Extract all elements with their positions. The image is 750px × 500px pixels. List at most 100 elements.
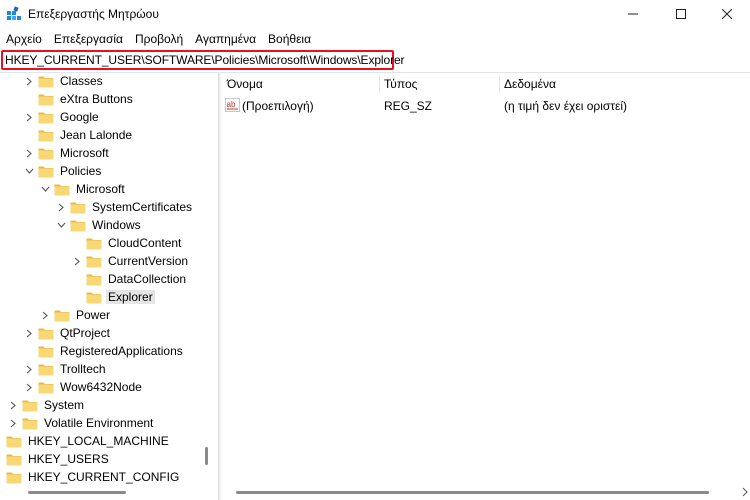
tree-item[interactable]: Microsoft [24, 144, 111, 162]
tree-item[interactable]: Power [40, 306, 112, 324]
tree-item-label: Explorer [106, 290, 155, 304]
tree-item[interactable]: Google [24, 108, 101, 126]
folder-icon [86, 237, 102, 250]
title-bar: Επεξεργαστής Μητρώου [0, 0, 750, 28]
tree-item[interactable]: Explorer [72, 288, 155, 306]
folder-icon [86, 273, 102, 286]
menu-edit[interactable]: Επεξεργασία [48, 29, 129, 49]
folder-icon [70, 219, 86, 232]
value-row[interactable]: ab (Προεπιλογή) REG_SZ (η τιμή δεν έχει … [221, 97, 750, 115]
tree-item[interactable]: Classes [24, 73, 105, 90]
address-path[interactable]: HKEY_CURRENT_USER\SOFTWARE\Policies\Micr… [5, 53, 405, 67]
tree-item[interactable]: Policies [24, 162, 103, 180]
tree-item[interactable]: SystemCertificates [56, 198, 194, 216]
column-divider[interactable] [379, 75, 380, 93]
maximize-button[interactable] [658, 0, 704, 28]
value-name: (Προεπιλογή) [242, 99, 314, 113]
tree-item-label: Microsoft [60, 146, 109, 160]
menu-view[interactable]: Προβολή [129, 29, 189, 49]
chevron-right-icon[interactable] [24, 73, 34, 90]
column-divider[interactable] [499, 75, 500, 93]
column-header-name[interactable]: Όνομα [227, 77, 263, 91]
tree-item-label: Volatile Environment [44, 416, 154, 430]
tree-item[interactable]: CurrentVersion [72, 252, 190, 270]
tree-item[interactable]: HKEY_USERS [0, 450, 111, 468]
folder-icon [6, 435, 22, 448]
string-value-icon: ab [225, 98, 240, 112]
folder-icon [38, 381, 54, 394]
tree-item-label: HKEY_CURRENT_CONFIG [28, 470, 180, 484]
folder-icon [86, 291, 102, 304]
tree-item[interactable]: Trolltech [24, 360, 108, 378]
menu-favorites[interactable]: Αγαπημένα [189, 29, 262, 49]
folder-icon [38, 93, 54, 106]
tree-item[interactable]: DataCollection [72, 270, 188, 288]
tree-item[interactable]: System [8, 396, 86, 414]
tree-item[interactable]: Microsoft [40, 180, 127, 198]
tree-item-label: System [44, 398, 85, 412]
column-header-type[interactable]: Τύπος [384, 77, 417, 91]
chevron-right-icon[interactable] [40, 306, 50, 324]
tree-item[interactable]: CloudContent [72, 234, 183, 252]
value-data: (η τιμή δεν έχει οριστεί) [504, 99, 628, 113]
folder-icon [22, 399, 38, 412]
values-horizontal-scroll-thumb[interactable] [236, 491, 709, 494]
chevron-right-icon[interactable] [24, 108, 34, 126]
chevron-down-icon[interactable] [40, 180, 50, 198]
chevron-right-icon[interactable] [24, 378, 34, 396]
folder-icon [38, 147, 54, 160]
tree-item-label: HKEY_USERS [28, 452, 109, 466]
folder-icon [70, 201, 86, 214]
tree-item[interactable]: Wow6432Node [24, 378, 144, 396]
folder-icon [38, 75, 54, 88]
tree-item-label: CloudContent [108, 236, 182, 250]
menu-help[interactable]: Βοήθεια [262, 29, 317, 49]
chevron-right-icon[interactable] [72, 252, 82, 270]
tree-vertical-scrollbar[interactable] [197, 73, 209, 500]
values-list[interactable]: Όνομα Τύπος Δεδομένα ab (Προεπιλογή) REG… [221, 73, 750, 500]
folder-icon [38, 111, 54, 124]
tree-item[interactable]: QtProject [24, 324, 112, 342]
tree-item[interactable]: HKEY_LOCAL_MACHINE [0, 432, 171, 450]
tree-horizontal-scroll-thumb[interactable] [28, 491, 126, 494]
tree-item-label: Jean Lalonde [60, 128, 133, 142]
tree-item[interactable]: Windows [56, 216, 143, 234]
menu-bar: Αρχείο Επεξεργασία Προβολή Αγαπημένα Βοή… [0, 29, 750, 49]
scroll-right-arrow-icon[interactable] [742, 487, 748, 497]
tree-item-label: Microsoft [76, 182, 125, 196]
tree-item[interactable]: Volatile Environment [8, 414, 155, 432]
folder-icon [86, 255, 102, 268]
minimize-button[interactable] [610, 0, 656, 28]
chevron-down-icon[interactable] [24, 162, 34, 180]
chevron-right-icon[interactable] [0, 468, 2, 486]
chevron-right-icon[interactable] [0, 450, 2, 468]
chevron-right-icon[interactable] [24, 360, 34, 378]
menu-file[interactable]: Αρχείο [0, 29, 48, 49]
chevron-right-icon[interactable] [24, 324, 34, 342]
address-bar[interactable]: HKEY_CURRENT_USER\SOFTWARE\Policies\Micr… [0, 50, 750, 73]
chevron-down-icon[interactable] [56, 216, 66, 234]
tree-item[interactable]: HKEY_CURRENT_CONFIG [0, 468, 181, 486]
registry-tree[interactable]: Classes eXtra Buttons Google Jean Lalonde Mi… [0, 73, 210, 500]
tree-item-label: Power [76, 308, 111, 322]
chevron-right-icon[interactable] [24, 144, 34, 162]
tree-item[interactable]: Jean Lalonde [24, 126, 134, 144]
tree-item-label: Classes [60, 74, 103, 88]
column-header-data[interactable]: Δεδομένα [504, 77, 556, 91]
tree-item[interactable]: eXtra Buttons [24, 90, 135, 108]
folder-icon [54, 309, 70, 322]
chevron-right-icon[interactable] [8, 396, 18, 414]
chevron-right-icon[interactable] [0, 432, 2, 450]
close-button[interactable] [704, 0, 750, 28]
chevron-right-icon[interactable] [8, 414, 18, 432]
tree-item[interactable]: RegisteredApplications [24, 342, 185, 360]
folder-icon [38, 363, 54, 376]
tree-vertical-scroll-thumb[interactable] [205, 447, 208, 465]
tree-item-label: Policies [60, 164, 102, 178]
folder-icon [38, 345, 54, 358]
window-title: Επεξεργαστής Μητρώου [28, 7, 159, 21]
chevron-right-icon[interactable] [56, 198, 66, 216]
